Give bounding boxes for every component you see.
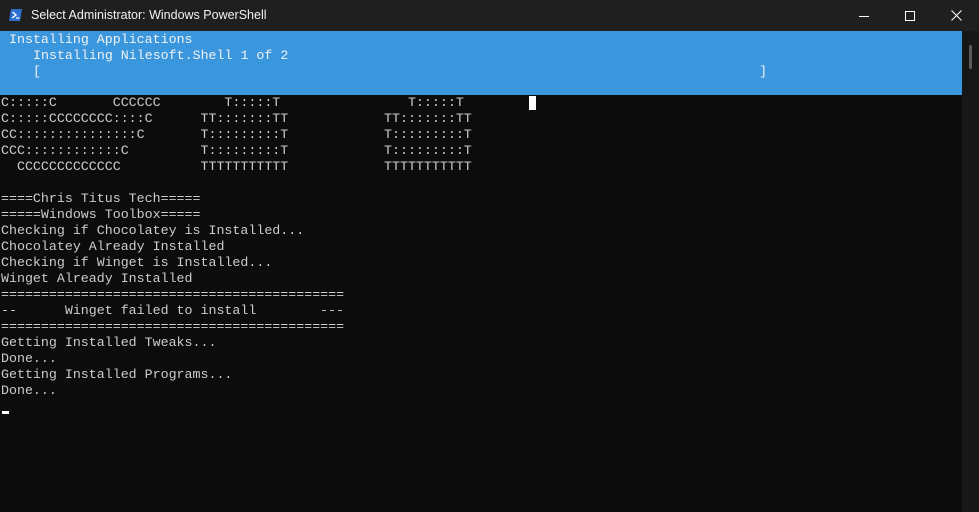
close-icon	[950, 10, 962, 21]
powershell-window: Select Administrator: Windows PowerShell…	[0, 0, 979, 512]
maximize-button[interactable]	[887, 0, 933, 31]
output-line: Checking if Chocolatey is Installed...	[1, 223, 305, 238]
output-line: Done...	[1, 383, 57, 398]
ascii-logo-line: C:::::CCCCCCCC::::C TT:::::::TT TT::::::…	[1, 111, 472, 126]
output-line: ====Chris Titus Tech=====	[1, 191, 201, 206]
ascii-logo-line: CC:::::::::::::::C T:::::::::T T::::::::…	[1, 127, 472, 142]
separator-line: ========================================…	[1, 287, 345, 302]
ascii-logo-line: CCCCCCCCCCCCC TTTTTTTTTTT TTTTTTTTTTT	[1, 159, 472, 174]
title-bar[interactable]: Select Administrator: Windows PowerShell	[0, 0, 979, 31]
output-line: Getting Installed Programs...	[1, 367, 233, 382]
progress-banner: Installing Applications Installing Niles…	[0, 31, 962, 95]
scrollbar-thumb[interactable]	[969, 45, 972, 69]
window-title: Select Administrator: Windows PowerShell	[31, 8, 267, 22]
text-cursor	[2, 411, 9, 414]
output-line: =====Windows Toolbox=====	[1, 207, 201, 222]
close-button[interactable]	[933, 0, 979, 31]
maximize-icon	[905, 10, 915, 21]
progress-status: Installing Nilesoft.Shell 1 of 2	[33, 48, 289, 63]
separator-line: ========================================…	[1, 319, 345, 334]
progress-activity: Installing Applications	[9, 32, 193, 47]
minimize-icon	[859, 15, 869, 17]
progress-bar: [ ]	[33, 64, 768, 79]
error-line: -- Winget failed to install ---	[1, 303, 345, 318]
output-line: Done...	[1, 351, 57, 366]
powershell-icon	[9, 9, 22, 21]
output-line: Getting Installed Tweaks...	[1, 335, 217, 350]
block-cursor	[529, 96, 536, 110]
ascii-logo-line: C:::::C CCCCCC T:::::T T:::::T	[1, 95, 464, 110]
output-line: Winget Already Installed	[1, 271, 193, 286]
vertical-scrollbar[interactable]	[962, 31, 979, 512]
output-line: Checking if Winget is Installed...	[1, 255, 273, 270]
minimize-button[interactable]	[841, 0, 887, 31]
output-line: Chocolatey Already Installed	[1, 239, 225, 254]
ascii-logo-line: CCC::::::::::::C T:::::::::T T:::::::::T	[1, 143, 472, 158]
console-output[interactable]: Installing Applications Installing Niles…	[0, 31, 962, 512]
